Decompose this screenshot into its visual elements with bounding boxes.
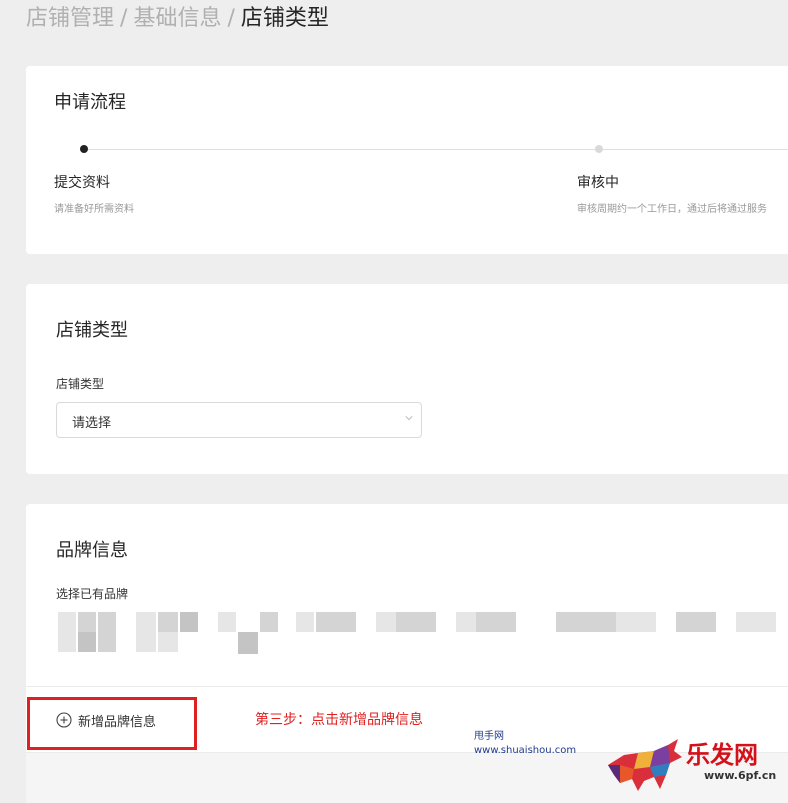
breadcrumb-current: 店铺类型 <box>240 6 329 31</box>
bull-logo-icon <box>608 739 682 791</box>
brand-title: 品牌信息 <box>56 540 128 561</box>
breadcrumb: 店铺管理 / 基础信息 / 店铺类型 <box>26 4 329 34</box>
breadcrumb-separator: / <box>227 6 235 31</box>
watermark-site-url: www.shuaishou.com <box>474 745 577 756</box>
breadcrumb-item-store-management[interactable]: 店铺管理 <box>26 6 114 31</box>
step-2-dot <box>595 145 603 153</box>
step-1-desc: 请准备好所需资料 <box>54 204 134 215</box>
steps-line <box>84 149 788 150</box>
store-type-select[interactable]: 请选择 <box>56 402 422 438</box>
breadcrumb-item-basic-info[interactable]: 基础信息 <box>133 6 221 31</box>
step-1-title: 提交资料 <box>54 175 110 191</box>
store-type-card: 店铺类型 店铺类型 请选择 <box>26 284 788 474</box>
divider <box>26 686 788 687</box>
chevron-down-icon <box>405 416 413 421</box>
store-type-select-value: 请选择 <box>72 416 112 431</box>
brand-list-blurred <box>36 608 788 670</box>
watermark-brand-text: 乐发网 <box>686 740 758 769</box>
store-type-label: 店铺类型 <box>56 377 105 391</box>
step-instruction: 第三步：点击新增品牌信息 <box>255 712 423 728</box>
process-title: 申请流程 <box>54 92 126 113</box>
highlight-box <box>27 697 197 750</box>
site-watermark: 甩手网 www.shuaishou.com <box>474 730 576 758</box>
step-2-title: 审核中 <box>577 175 619 191</box>
breadcrumb-separator: / <box>120 6 128 31</box>
store-type-title: 店铺类型 <box>56 320 128 341</box>
brand-watermark: 乐发网 www.6pf.cn <box>604 735 784 795</box>
existing-brand-label: 选择已有品牌 <box>56 587 129 601</box>
watermark-brand-url: www.6pf.cn <box>704 769 777 782</box>
step-1-dot <box>80 145 88 153</box>
watermark-site-name: 甩手网 <box>474 731 504 742</box>
process-card: 申请流程 提交资料 请准备好所需资料 审核中 审核周期约一个工作日，通过后将通过… <box>26 66 788 254</box>
step-2-desc: 审核周期约一个工作日，通过后将通过服务 <box>577 204 767 215</box>
